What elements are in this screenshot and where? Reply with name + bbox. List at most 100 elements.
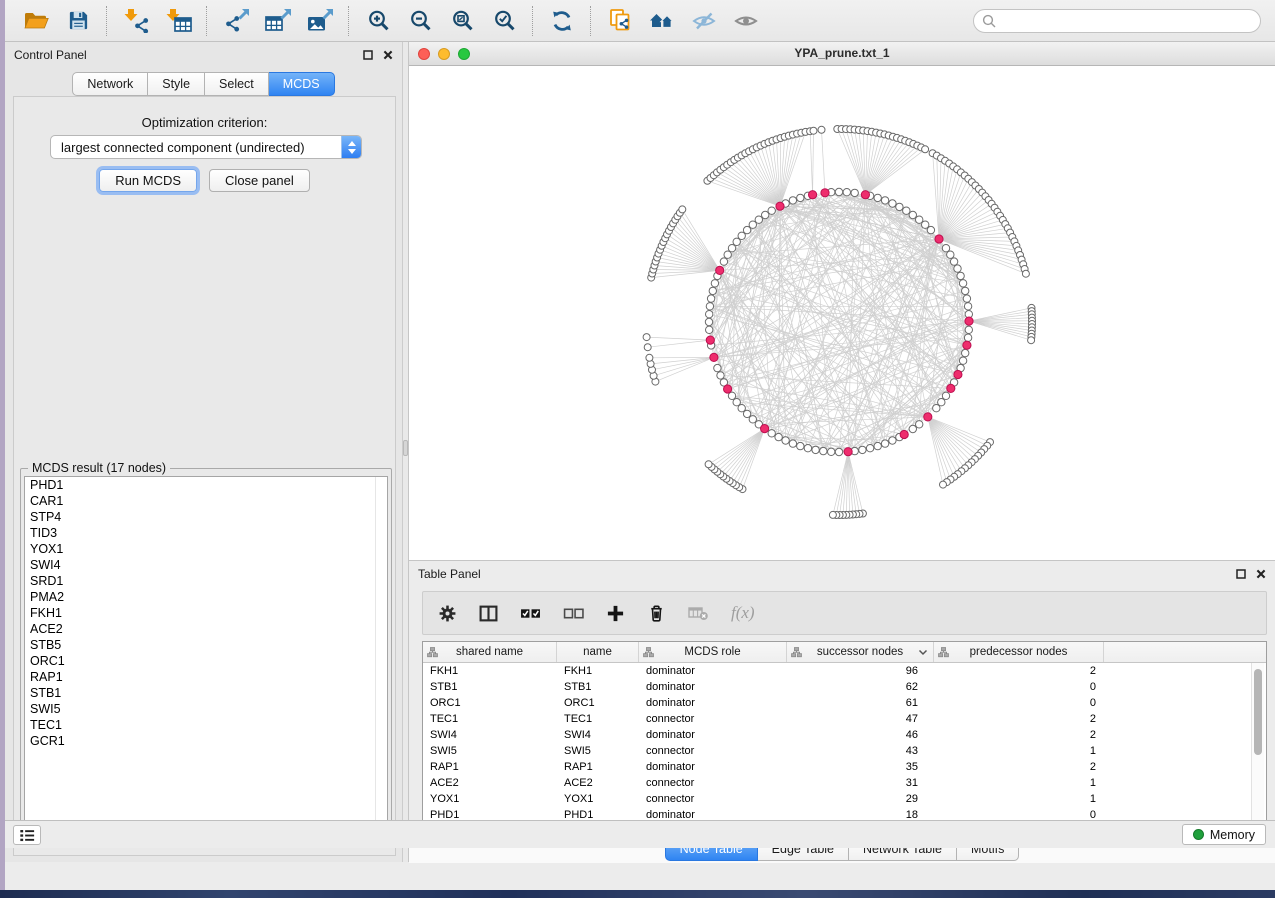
zoom-fit-button[interactable] bbox=[445, 5, 479, 37]
graph-node[interactable] bbox=[706, 303, 713, 310]
graph-node[interactable] bbox=[909, 425, 916, 432]
network-canvas[interactable] bbox=[409, 66, 1275, 560]
search-box[interactable] bbox=[973, 9, 1261, 33]
mcds-result-item[interactable]: TEC1 bbox=[25, 717, 387, 733]
graph-node-mcds[interactable] bbox=[809, 191, 817, 199]
graph-node[interactable] bbox=[797, 194, 804, 201]
graph-node[interactable] bbox=[755, 216, 762, 223]
show-all-button[interactable] bbox=[729, 5, 763, 37]
table-scrollbar-thumb[interactable] bbox=[1254, 669, 1262, 755]
graph-node-leaf[interactable] bbox=[810, 127, 817, 134]
graph-node[interactable] bbox=[851, 189, 858, 196]
table-row[interactable]: SWI5SWI5connector431 bbox=[423, 743, 1266, 759]
graph-node-mcds[interactable] bbox=[706, 336, 714, 344]
graph-node[interactable] bbox=[714, 364, 721, 371]
graph-node-mcds[interactable] bbox=[947, 384, 955, 392]
duplicate-network-button[interactable] bbox=[603, 5, 637, 37]
graph-node[interactable] bbox=[957, 272, 964, 279]
graph-node-leaf[interactable] bbox=[829, 511, 836, 518]
graph-node[interactable] bbox=[709, 287, 716, 294]
export-table-button[interactable] bbox=[261, 5, 295, 37]
graph-node-mcds[interactable] bbox=[844, 448, 852, 456]
table-scrollbar[interactable] bbox=[1251, 663, 1264, 829]
graph-node[interactable] bbox=[707, 295, 714, 302]
graph-node[interactable] bbox=[782, 437, 789, 444]
run-mcds-button[interactable]: Run MCDS bbox=[99, 169, 197, 192]
zoom-selected-button[interactable] bbox=[487, 5, 521, 37]
splitter-grip-icon[interactable] bbox=[403, 440, 408, 456]
graph-node[interactable] bbox=[964, 334, 971, 341]
graph-node-mcds[interactable] bbox=[861, 191, 869, 199]
export-network-button[interactable] bbox=[219, 5, 253, 37]
graph-node-mcds[interactable] bbox=[710, 353, 718, 361]
graph-node[interactable] bbox=[954, 265, 961, 272]
graph-node-leaf[interactable] bbox=[1022, 270, 1029, 277]
graph-node[interactable] bbox=[916, 421, 923, 428]
tab-select[interactable]: Select bbox=[205, 72, 269, 96]
mcds-result-item[interactable]: TID3 bbox=[25, 525, 387, 541]
graph-node-leaf[interactable] bbox=[922, 146, 929, 153]
graph-node-mcds[interactable] bbox=[724, 385, 732, 393]
hide-selected-button[interactable] bbox=[687, 5, 721, 37]
graph-node-leaf[interactable] bbox=[940, 481, 947, 488]
graph-node[interactable] bbox=[942, 392, 949, 399]
graph-node[interactable] bbox=[804, 445, 811, 452]
graph-node[interactable] bbox=[881, 440, 888, 447]
graph-node[interactable] bbox=[889, 200, 896, 207]
graph-node[interactable] bbox=[828, 448, 835, 455]
graph-node[interactable] bbox=[720, 258, 727, 265]
column-header-MCDS-role[interactable]: MCDS role bbox=[639, 642, 787, 662]
zoom-out-button[interactable] bbox=[403, 5, 437, 37]
float-panel-icon[interactable] bbox=[1236, 569, 1246, 579]
table-row[interactable]: TEC1TEC1connector472 bbox=[423, 711, 1266, 727]
memory-button[interactable]: Memory bbox=[1182, 824, 1266, 845]
mcds-result-item[interactable]: ACE2 bbox=[25, 621, 387, 637]
mcds-result-item[interactable]: SWI4 bbox=[25, 557, 387, 573]
export-image-button[interactable] bbox=[303, 5, 337, 37]
column-header-predecessor-nodes[interactable]: predecessor nodes bbox=[934, 642, 1104, 662]
graph-node[interactable] bbox=[909, 211, 916, 218]
graph-node[interactable] bbox=[942, 245, 949, 252]
graph-node[interactable] bbox=[762, 211, 769, 218]
table-row[interactable]: FKH1FKH1dominator962 bbox=[423, 663, 1266, 679]
graph-node[interactable] bbox=[728, 245, 735, 252]
task-history-button[interactable] bbox=[13, 825, 41, 845]
graph-node-mcds[interactable] bbox=[761, 425, 769, 433]
graph-node[interactable] bbox=[706, 311, 713, 318]
graph-node-leaf[interactable] bbox=[643, 334, 650, 341]
graph-node[interactable] bbox=[874, 442, 881, 449]
close-panel-icon[interactable] bbox=[1256, 569, 1266, 579]
graph-node-leaf[interactable] bbox=[1028, 337, 1035, 344]
save-session-button[interactable] bbox=[61, 5, 95, 37]
graph-node[interactable] bbox=[959, 357, 966, 364]
graph-node-mcds[interactable] bbox=[954, 370, 962, 378]
delete-columns-button[interactable] bbox=[647, 603, 666, 623]
mcds-result-item[interactable]: SRD1 bbox=[25, 573, 387, 589]
refresh-view-button[interactable] bbox=[545, 5, 579, 37]
graph-node[interactable] bbox=[927, 226, 934, 233]
graph-node-leaf[interactable] bbox=[646, 354, 653, 361]
search-input[interactable] bbox=[1002, 11, 1260, 31]
graph-node[interactable] bbox=[965, 326, 972, 333]
function-builder-button[interactable]: f(x) bbox=[731, 603, 755, 623]
graph-node[interactable] bbox=[711, 280, 718, 287]
graph-node[interactable] bbox=[717, 372, 724, 379]
close-panel-icon[interactable] bbox=[383, 50, 393, 60]
graph-node[interactable] bbox=[768, 207, 775, 214]
column-header-successor-nodes[interactable]: successor nodes bbox=[787, 642, 934, 662]
graph-node-mcds[interactable] bbox=[935, 235, 943, 243]
graph-node[interactable] bbox=[775, 433, 782, 440]
mcds-result-item[interactable]: STB1 bbox=[25, 685, 387, 701]
table-settings-button[interactable] bbox=[438, 604, 457, 623]
graph-node[interactable] bbox=[768, 430, 775, 437]
graph-node[interactable] bbox=[733, 399, 740, 406]
graph-node[interactable] bbox=[812, 446, 819, 453]
graph-node[interactable] bbox=[962, 349, 969, 356]
first-neighbors-button[interactable] bbox=[645, 5, 679, 37]
graph-node[interactable] bbox=[835, 448, 842, 455]
zoom-in-button[interactable] bbox=[361, 5, 395, 37]
import-network-button[interactable] bbox=[119, 5, 153, 37]
unselect-all-columns-button[interactable] bbox=[563, 604, 584, 623]
graph-node-leaf[interactable] bbox=[818, 126, 825, 133]
graph-node-mcds[interactable] bbox=[963, 341, 971, 349]
